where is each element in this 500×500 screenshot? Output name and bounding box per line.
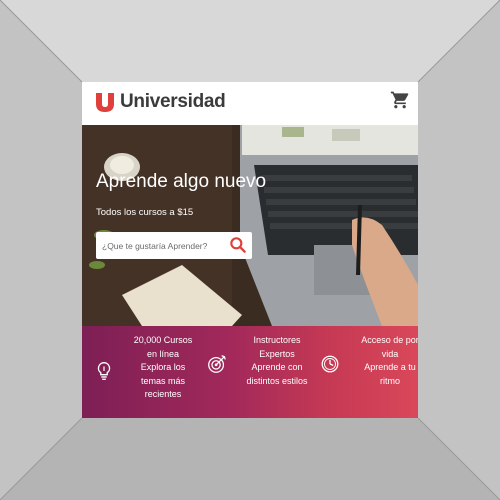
features-section: 20,000 Cursos en línea Explora los temas… [82, 326, 418, 418]
clock-icon [321, 355, 339, 373]
university-logo-icon [96, 93, 114, 112]
search-input[interactable] [96, 232, 224, 259]
feature-instructors: Instructores Expertos Aprende con distin… [246, 335, 308, 386]
hero-background-image [82, 125, 418, 326]
hero-subtitle: Todos los cursos a $15 [96, 207, 194, 218]
site-header: Universidad [82, 82, 418, 125]
search-bar [96, 232, 252, 259]
feature-courses: 20,000 Cursos en línea Explora los temas… [133, 335, 193, 399]
brand-logo[interactable]: Universidad [94, 88, 226, 116]
search-icon[interactable] [228, 235, 248, 255]
feature-lifetime-access: Acceso de por vida Aprende a tu ritmo [361, 335, 418, 386]
hero-banner: Aprende algo nuevo Todos los cursos a $1… [82, 125, 418, 326]
shopping-cart-icon[interactable] [390, 90, 410, 110]
page-viewport: Universidad Aprende algo nuevo Todos los… [82, 82, 418, 418]
target-icon [208, 355, 226, 373]
hero-title: Aprende algo nuevo [96, 171, 267, 192]
brand-name: Universidad [120, 91, 226, 112]
lightbulb-icon [97, 362, 111, 380]
